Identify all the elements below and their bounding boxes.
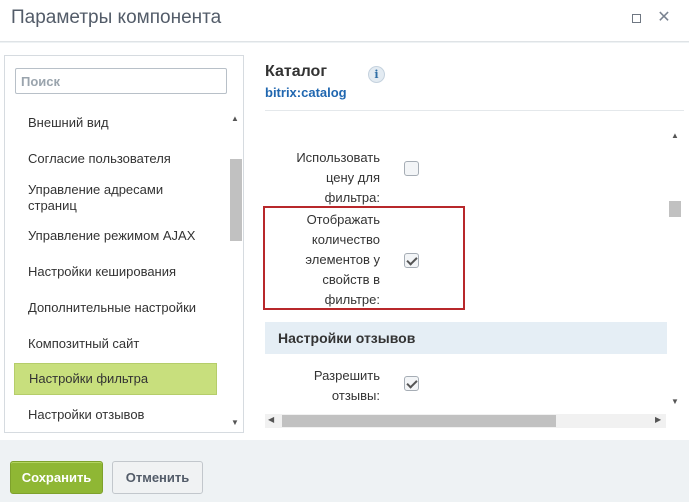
info-icon[interactable]: i (368, 66, 385, 83)
checkbox-allow-reviews[interactable] (404, 376, 419, 391)
sidebar-scrollbar[interactable]: ▲ ▼ (230, 112, 242, 432)
scrollbar-thumb[interactable] (669, 201, 681, 217)
scroll-up-icon[interactable]: ▲ (231, 114, 239, 123)
scroll-up-icon[interactable]: ▲ (671, 131, 679, 140)
section-header-reviews: Настройки отзывов (265, 322, 667, 354)
sidebar-item-caching[interactable]: Настройки кеширования (14, 264, 217, 280)
sidebar-item-appearance[interactable]: Внешний вид (14, 115, 217, 131)
close-icon[interactable]: ✕ (655, 9, 673, 27)
window-title: Параметры компонента (11, 7, 222, 28)
maximize-icon[interactable] (627, 9, 645, 27)
sidebar-item-additional[interactable]: Дополнительные настройки (14, 300, 217, 316)
cancel-button[interactable]: Отменить (112, 461, 203, 494)
checkbox-show-count[interactable] (404, 253, 419, 268)
component-name: Каталог (265, 63, 327, 80)
sidebar-item-user-consent[interactable]: Согласие пользователя (14, 151, 217, 167)
divider (265, 110, 684, 111)
sidebar: Внешний вид Согласие пользователя Управл… (4, 55, 244, 433)
option-label-use-price: Использовать цену для фильтра: (296, 150, 380, 205)
dialog-content: Внешний вид Согласие пользователя Управл… (0, 43, 689, 440)
sidebar-item-page-addresses[interactable]: Управление адресами страниц (14, 182, 184, 214)
component-code: bitrix:catalog (265, 85, 347, 100)
sidebar-item-reviews[interactable]: Настройки отзывов (14, 407, 217, 423)
search-input[interactable] (15, 68, 227, 94)
scroll-left-icon[interactable]: ◀ (268, 415, 274, 424)
save-button[interactable]: Сохранить (10, 461, 103, 494)
scroll-down-icon[interactable]: ▼ (671, 397, 679, 406)
checkbox-use-price[interactable] (404, 161, 419, 176)
option-label-show-count: Отображать количество элементов у свойст… (305, 212, 380, 307)
content-scrollbar[interactable]: ▲ ▼ (668, 129, 682, 411)
option-label-allow-reviews: Разрешить отзывы: (313, 368, 380, 403)
sidebar-item-filter[interactable]: Настройки фильтра (14, 363, 217, 395)
scrollbar-thumb[interactable] (282, 415, 556, 427)
title-bar: Параметры компонента ✕ (0, 0, 689, 42)
sidebar-item-composite[interactable]: Композитный сайт (14, 336, 217, 352)
scroll-right-icon[interactable]: ▶ (655, 415, 661, 424)
sidebar-item-ajax-mode[interactable]: Управление режимом AJAX (14, 228, 217, 244)
horizontal-scrollbar[interactable]: ◀ ▶ (265, 414, 666, 428)
scroll-down-icon[interactable]: ▼ (231, 418, 239, 427)
scrollbar-thumb[interactable] (230, 159, 242, 241)
